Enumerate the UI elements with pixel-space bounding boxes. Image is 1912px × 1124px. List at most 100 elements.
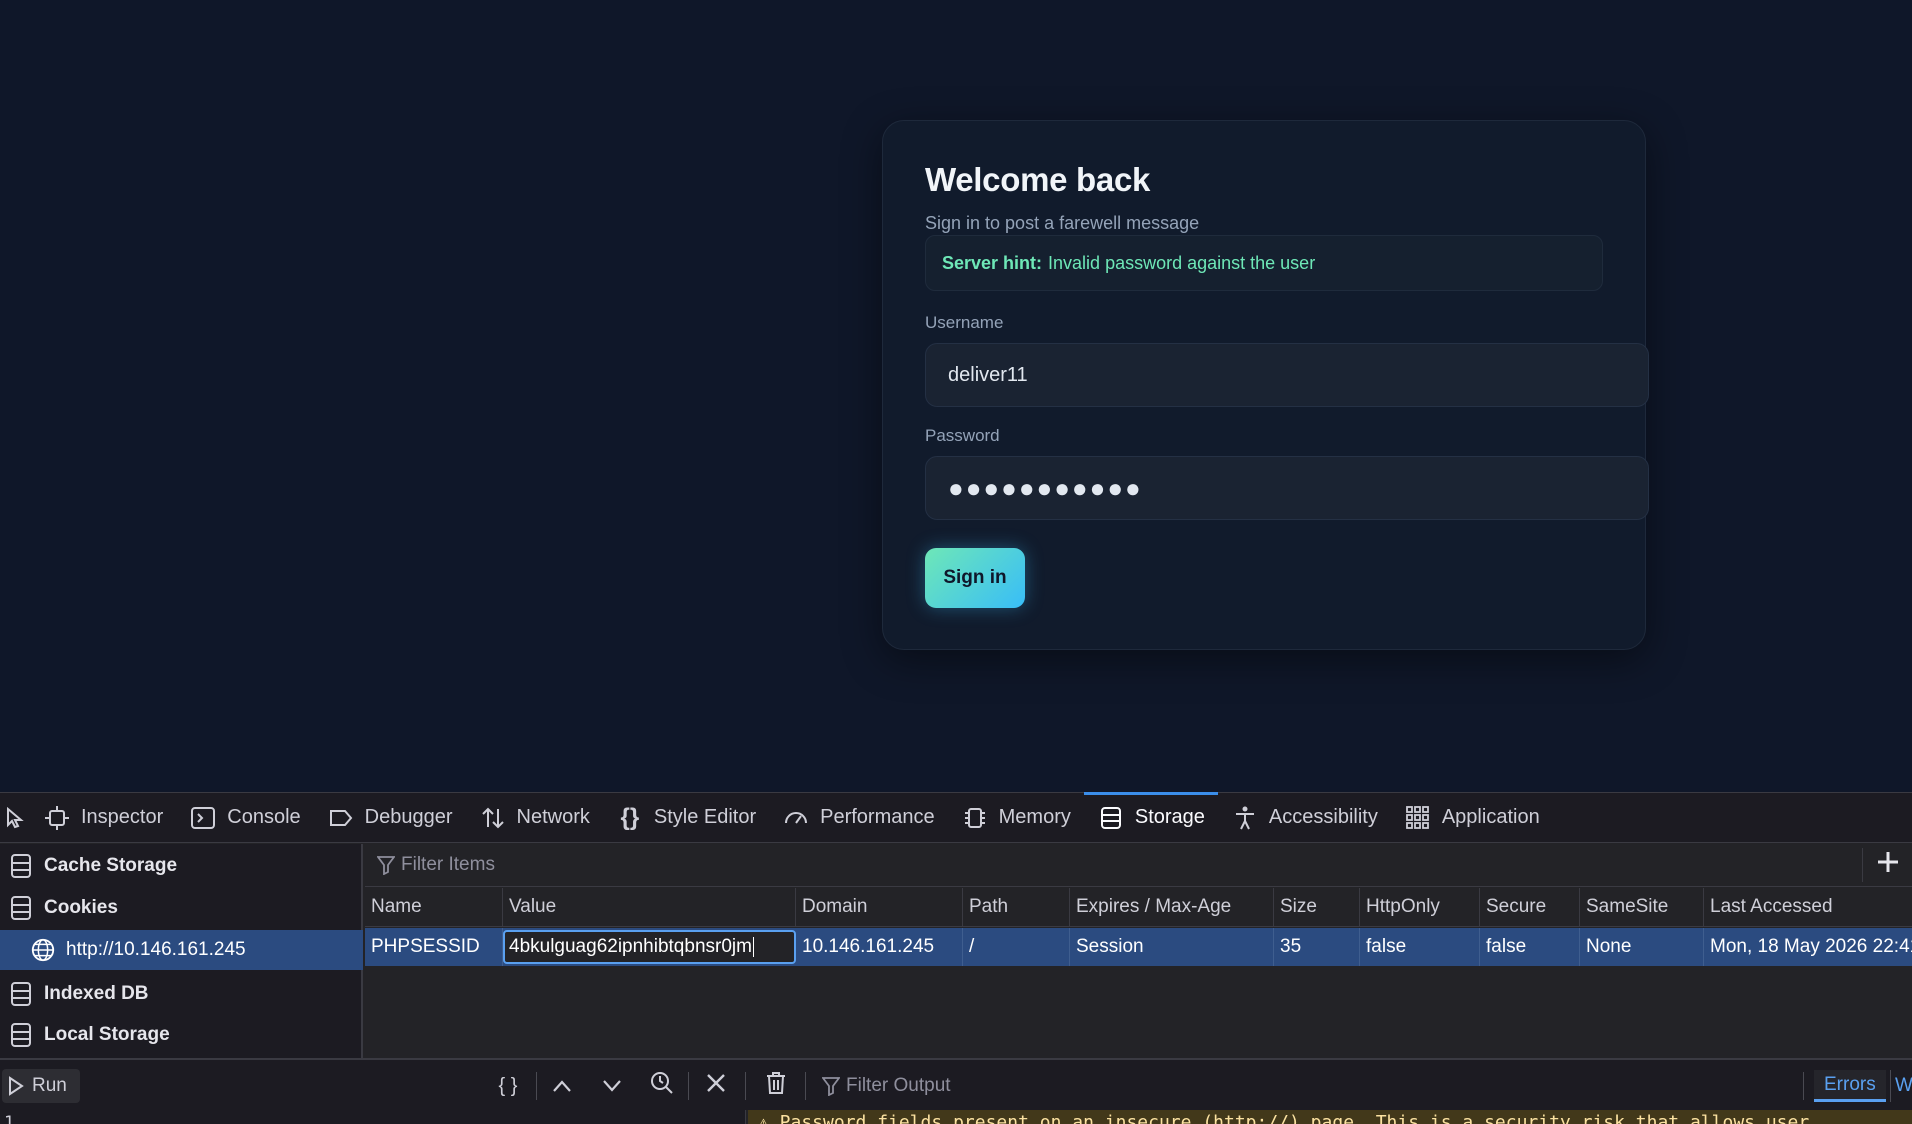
table-header: Name Value Domain Path Expires / Max-Age… xyxy=(365,888,1912,927)
tab-debugger[interactable]: Debugger xyxy=(314,793,466,842)
toolbar-separator xyxy=(805,1072,806,1100)
column-header-value[interactable]: Value xyxy=(503,888,796,926)
history-up-button[interactable] xyxy=(545,1069,579,1103)
cell-value-editor[interactable]: 4bkulguag62ipnhibtqbnsr0jm xyxy=(503,930,796,964)
memory-icon xyxy=(961,804,989,832)
server-hint-text: Invalid password against the user xyxy=(1048,252,1316,273)
search-clock-icon xyxy=(650,1071,674,1101)
column-header-last-accessed[interactable]: Last Accessed xyxy=(1704,888,1912,926)
filter-items-input[interactable]: Filter Items xyxy=(401,854,495,876)
tab-label: Console xyxy=(227,806,301,828)
run-button[interactable]: Run xyxy=(2,1069,80,1103)
toolbar-separator xyxy=(688,1072,689,1100)
sidebar-item-label: Indexed DB xyxy=(44,983,149,1004)
cell-value-text: 4bkulguag62ipnhibtqbnsr0jm xyxy=(509,936,752,957)
password-field[interactable]: ●●●●●●●●●●● xyxy=(925,456,1649,520)
network-icon xyxy=(479,804,507,832)
element-picker-icon[interactable] xyxy=(0,793,30,842)
warnings-filter-button[interactable]: W xyxy=(1890,1070,1912,1102)
sidebar-item-cookies[interactable]: Cookies xyxy=(0,888,363,928)
tab-label: Memory xyxy=(998,806,1071,828)
sidebar-item-indexed-db[interactable]: Indexed DB xyxy=(0,974,363,1014)
tab-console[interactable]: Console xyxy=(176,793,313,842)
add-item-button[interactable] xyxy=(1862,848,1912,882)
storage-icon xyxy=(8,894,34,922)
tab-label: Style Editor xyxy=(653,806,757,828)
column-header-httponly[interactable]: HttpOnly xyxy=(1360,888,1480,926)
cell-expires[interactable]: Session xyxy=(1070,928,1274,966)
chevron-up-icon xyxy=(552,1073,572,1099)
run-label: Run xyxy=(32,1075,67,1096)
filter-items-bar[interactable]: Filter Items xyxy=(365,844,1912,887)
username-field[interactable]: deliver11 xyxy=(925,343,1649,407)
tab-label: Network xyxy=(516,806,590,828)
cell-path[interactable]: / xyxy=(963,928,1070,966)
column-header-path[interactable]: Path xyxy=(963,888,1070,926)
globe-icon xyxy=(30,936,56,964)
close-editor-button[interactable] xyxy=(699,1069,733,1103)
tab-label: Debugger xyxy=(364,806,453,828)
chevron-down-icon xyxy=(602,1073,622,1099)
play-icon xyxy=(8,1076,24,1096)
errors-filter-button[interactable]: Errors xyxy=(1814,1070,1886,1102)
column-header-name[interactable]: Name xyxy=(365,888,503,926)
sidebar-item-local-storage[interactable]: Local Storage xyxy=(0,1015,363,1055)
username-label: Username xyxy=(925,313,1004,332)
sidebar-item-cache-storage[interactable]: Cache Storage xyxy=(0,846,363,886)
tab-network[interactable]: Network xyxy=(466,793,603,842)
style-editor-icon: {} xyxy=(620,803,640,831)
tab-performance[interactable]: Performance xyxy=(769,793,948,842)
tab-label: Inspector xyxy=(81,806,164,828)
sidebar-item-cookie-host[interactable]: http://10.146.161.245 xyxy=(0,930,363,970)
table-row[interactable]: PHPSESSID 4bkulguag62ipnhibtqbnsr0jm 10.… xyxy=(365,928,1912,966)
column-header-samesite[interactable]: SameSite xyxy=(1580,888,1704,926)
server-hint-label: Server hint: xyxy=(942,252,1043,273)
cell-secure[interactable]: false xyxy=(1480,928,1580,966)
tab-application[interactable]: Application xyxy=(1391,793,1553,842)
tab-label: Performance xyxy=(820,806,935,828)
toolbar-separator xyxy=(745,1072,746,1100)
cell-domain[interactable]: 10.146.161.245 xyxy=(796,928,963,966)
column-header-domain[interactable]: Domain xyxy=(796,888,963,926)
console-input-editor[interactable]: 1 xyxy=(0,1110,746,1124)
filter-output-placeholder: Filter Output xyxy=(846,1075,951,1096)
column-header-size[interactable]: Size xyxy=(1274,888,1360,926)
tab-label: Accessibility xyxy=(1268,806,1378,828)
cell-samesite[interactable]: None xyxy=(1580,928,1704,966)
sidebar-item-label: http://10.146.161.245 xyxy=(66,939,246,960)
cell-httponly[interactable]: false xyxy=(1360,928,1480,966)
filter-output-input[interactable]: Filter Output xyxy=(822,1069,951,1103)
column-header-secure[interactable]: Secure xyxy=(1480,888,1580,926)
tab-accessibility[interactable]: Accessibility xyxy=(1218,793,1391,842)
column-header-expires[interactable]: Expires / Max-Age xyxy=(1070,888,1274,926)
devtools-panel: Inspector Console Debugger Network {} St… xyxy=(0,792,1912,1124)
console-warning-message: ⚠ Password fields present on an insecure… xyxy=(748,1110,1912,1124)
text-caret xyxy=(752,937,754,957)
storage-sidebar: Cache Storage Cookies http://10.146.161.… xyxy=(0,844,363,1058)
login-card: Welcome back Sign in to post a farewell … xyxy=(882,120,1649,650)
console-output: 1 ⚠ Password fields present on an insecu… xyxy=(0,1110,1912,1124)
accessibility-icon xyxy=(1231,804,1259,832)
trash-icon xyxy=(765,1071,787,1101)
sign-in-button[interactable]: Sign in xyxy=(925,548,1025,608)
tab-label: Storage xyxy=(1134,806,1205,828)
reverse-search-button[interactable] xyxy=(645,1069,679,1103)
tab-style-editor[interactable]: {} Style Editor xyxy=(603,793,769,842)
storage-icon xyxy=(8,980,34,1008)
cookies-table: Filter Items Name Value Domain Path Expi… xyxy=(365,844,1912,1058)
plus-icon xyxy=(1876,850,1900,880)
tab-inspector[interactable]: Inspector xyxy=(30,793,176,842)
history-down-button[interactable] xyxy=(595,1069,629,1103)
sidebar-item-label: Cache Storage xyxy=(44,855,178,876)
cell-last-accessed[interactable]: Mon, 18 May 2026 22:41 xyxy=(1704,928,1912,966)
cell-size[interactable]: 35 xyxy=(1274,928,1360,966)
pretty-print-button[interactable]: { } xyxy=(490,1069,526,1103)
tab-storage[interactable]: Storage xyxy=(1083,792,1218,842)
cell-name[interactable]: PHPSESSID xyxy=(365,928,503,966)
toolbar-separator xyxy=(1803,1072,1804,1100)
login-title: Welcome back xyxy=(925,161,1151,198)
password-label: Password xyxy=(925,426,1000,445)
clear-console-button[interactable] xyxy=(759,1069,793,1103)
tab-memory[interactable]: Memory xyxy=(948,793,1084,842)
storage-icon xyxy=(8,852,34,880)
